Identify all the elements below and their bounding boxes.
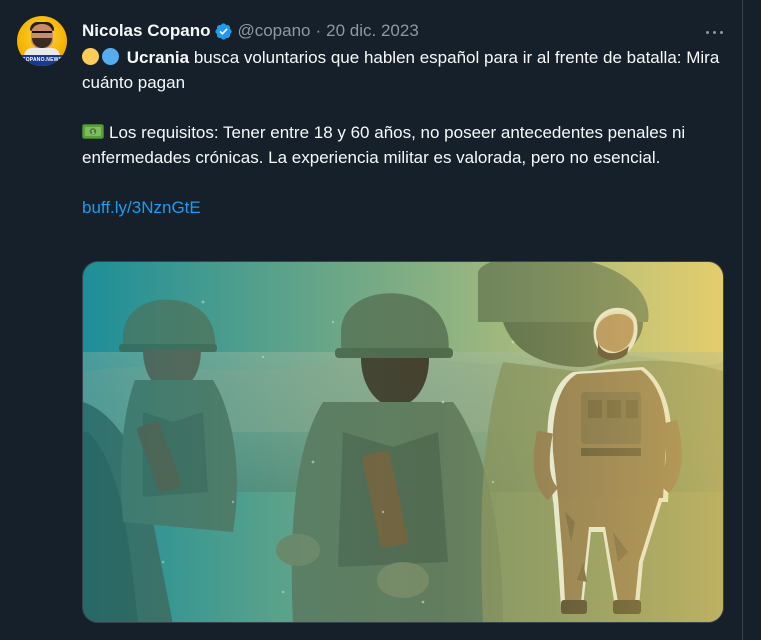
tweet-requirements: Los requisitos: Tener entre 18 y 60 años… <box>82 123 686 167</box>
yellow-circle-icon <box>82 48 99 65</box>
soldiers-photo <box>83 262 723 622</box>
tweet-header: Nicolas Copano @copano · 20 dic. 2023 <box>82 20 419 42</box>
header-separator: · <box>315 21 322 40</box>
tweet-view: COPANO.NEWS Nicolas Copano @copano · 20 … <box>0 0 761 640</box>
tweet-paragraph-2: $ Los requisitos: Tener entre 18 y 60 añ… <box>82 120 722 170</box>
author-name[interactable]: Nicolas Copano <box>82 21 210 41</box>
column-divider <box>742 0 743 640</box>
tweet-image[interactable] <box>82 261 724 623</box>
avatar-logo-text: COPANO.NEWS <box>17 55 67 66</box>
svg-text:$: $ <box>91 129 95 136</box>
verified-badge-icon <box>215 22 233 40</box>
blue-circle-icon <box>102 48 119 65</box>
tweet-link[interactable]: buff.ly/3NznGtE <box>82 198 201 217</box>
tweet-paragraph-1: Ucrania busca voluntarios que hablen esp… <box>82 45 722 95</box>
author-handle[interactable]: @copano <box>237 21 310 41</box>
more-options-icon[interactable] <box>700 18 728 46</box>
tweet-bold-word: Ucrania <box>126 48 190 67</box>
tweet-text: Ucrania busca voluntarios que hablen esp… <box>82 45 722 220</box>
author-avatar[interactable]: COPANO.NEWS <box>17 16 67 66</box>
dollar-banknote-icon: $ <box>82 124 104 139</box>
tweet-paragraph-3: buff.ly/3NznGtE <box>82 195 722 220</box>
tweet-date[interactable]: 20 dic. 2023 <box>326 21 419 41</box>
